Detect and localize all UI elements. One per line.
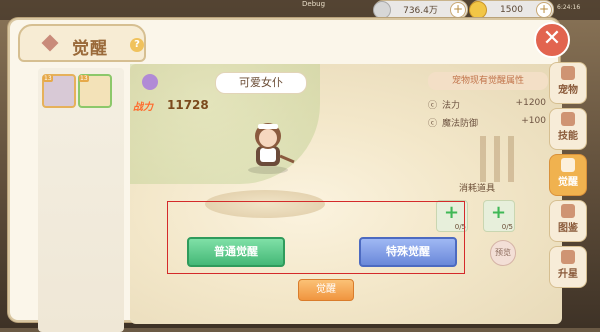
book-icon xyxy=(561,204,575,218)
consume-header: 消耗道具 xyxy=(459,184,496,194)
pet-type-icon xyxy=(142,74,158,90)
awaken-panel: 觉醒 ? 13 13 可爱女仆 战力 11728 宠物现有觉醒属性 ⓒ 法力 +… xyxy=(8,18,562,332)
add-gold-button[interactable]: + xyxy=(536,1,552,18)
attribute-row: ⓒ 法力 +1200 xyxy=(428,98,546,112)
skill-icon xyxy=(561,112,575,126)
tab-collection[interactable]: 图鉴 xyxy=(549,200,587,242)
pet-name: 可爱女仆 xyxy=(215,72,307,94)
attribute-icon: ⓒ xyxy=(428,119,438,129)
pet-slot-2[interactable]: 13 xyxy=(78,74,112,108)
power-value: 11728 xyxy=(167,98,209,112)
silver-value: 736.4万 xyxy=(403,6,438,16)
attribute-name: 魔法防御 xyxy=(442,119,479,129)
special-awaken-button[interactable]: 特殊觉醒 xyxy=(359,237,457,267)
debug-label: Debug xyxy=(302,0,326,8)
title-tab: 觉醒 ? xyxy=(18,24,146,62)
gold-counter: 1500 + xyxy=(469,0,554,19)
tab-awaken[interactable]: 觉醒 xyxy=(549,154,587,196)
tab-label: 升星 xyxy=(558,269,578,280)
preview-button[interactable]: 预览 xyxy=(490,240,516,266)
tab-skill[interactable]: 技能 xyxy=(549,108,587,150)
power-display: 战力 11728 xyxy=(133,98,225,116)
fence-decoration xyxy=(480,136,520,182)
attribute-value: +1200 xyxy=(515,98,546,108)
awaken-button[interactable]: 觉醒 xyxy=(298,279,354,301)
tab-label: 宠物 xyxy=(558,85,578,96)
pet-character xyxy=(248,123,295,174)
power-label: 战力 xyxy=(133,102,153,113)
gold-coin-icon xyxy=(469,0,487,19)
silver-coin-icon xyxy=(373,0,391,19)
page-title: 觉醒 xyxy=(72,39,108,59)
attribute-name: 法力 xyxy=(442,101,461,111)
star-icon xyxy=(561,250,575,264)
attribute-row: ⓒ 魔法防御 +100 xyxy=(428,116,546,130)
silver-counter: 736.4万 + xyxy=(373,0,468,19)
attribute-icon: ⓒ xyxy=(428,101,438,111)
plus-icon: + xyxy=(491,202,507,223)
consume-item-slot-2[interactable]: + 0/5 xyxy=(483,200,515,232)
pet-level: 13 xyxy=(79,75,89,82)
normal-awaken-button[interactable]: 普通觉醒 xyxy=(187,237,285,267)
pet-list: 13 13 xyxy=(38,68,124,332)
top-hud: Debug 736.4万 + 1500 + 6:24:16 xyxy=(0,0,600,20)
clock-text: 6:24:16 xyxy=(557,4,581,11)
tab-label: 图鉴 xyxy=(558,223,578,234)
awaken-icon xyxy=(561,158,575,172)
attribute-value: +100 xyxy=(521,116,546,126)
paw-icon xyxy=(561,66,575,80)
tab-star-up[interactable]: 升星 xyxy=(549,246,587,288)
close-button[interactable]: ✕ xyxy=(534,22,570,58)
gold-value: 1500 xyxy=(500,4,523,15)
item-count: 0/5 xyxy=(501,223,513,231)
tab-label: 觉醒 xyxy=(558,177,578,188)
title-gem-icon xyxy=(41,34,59,52)
tab-label: 技能 xyxy=(558,131,578,142)
pet-level: 13 xyxy=(43,75,53,82)
help-button[interactable]: ? xyxy=(130,38,144,52)
pet-slot-1[interactable]: 13 xyxy=(42,74,76,108)
add-silver-button[interactable]: + xyxy=(450,1,466,18)
attributes-header: 宠物现有觉醒属性 xyxy=(428,72,548,90)
tab-pet[interactable]: 宠物 xyxy=(549,62,587,104)
